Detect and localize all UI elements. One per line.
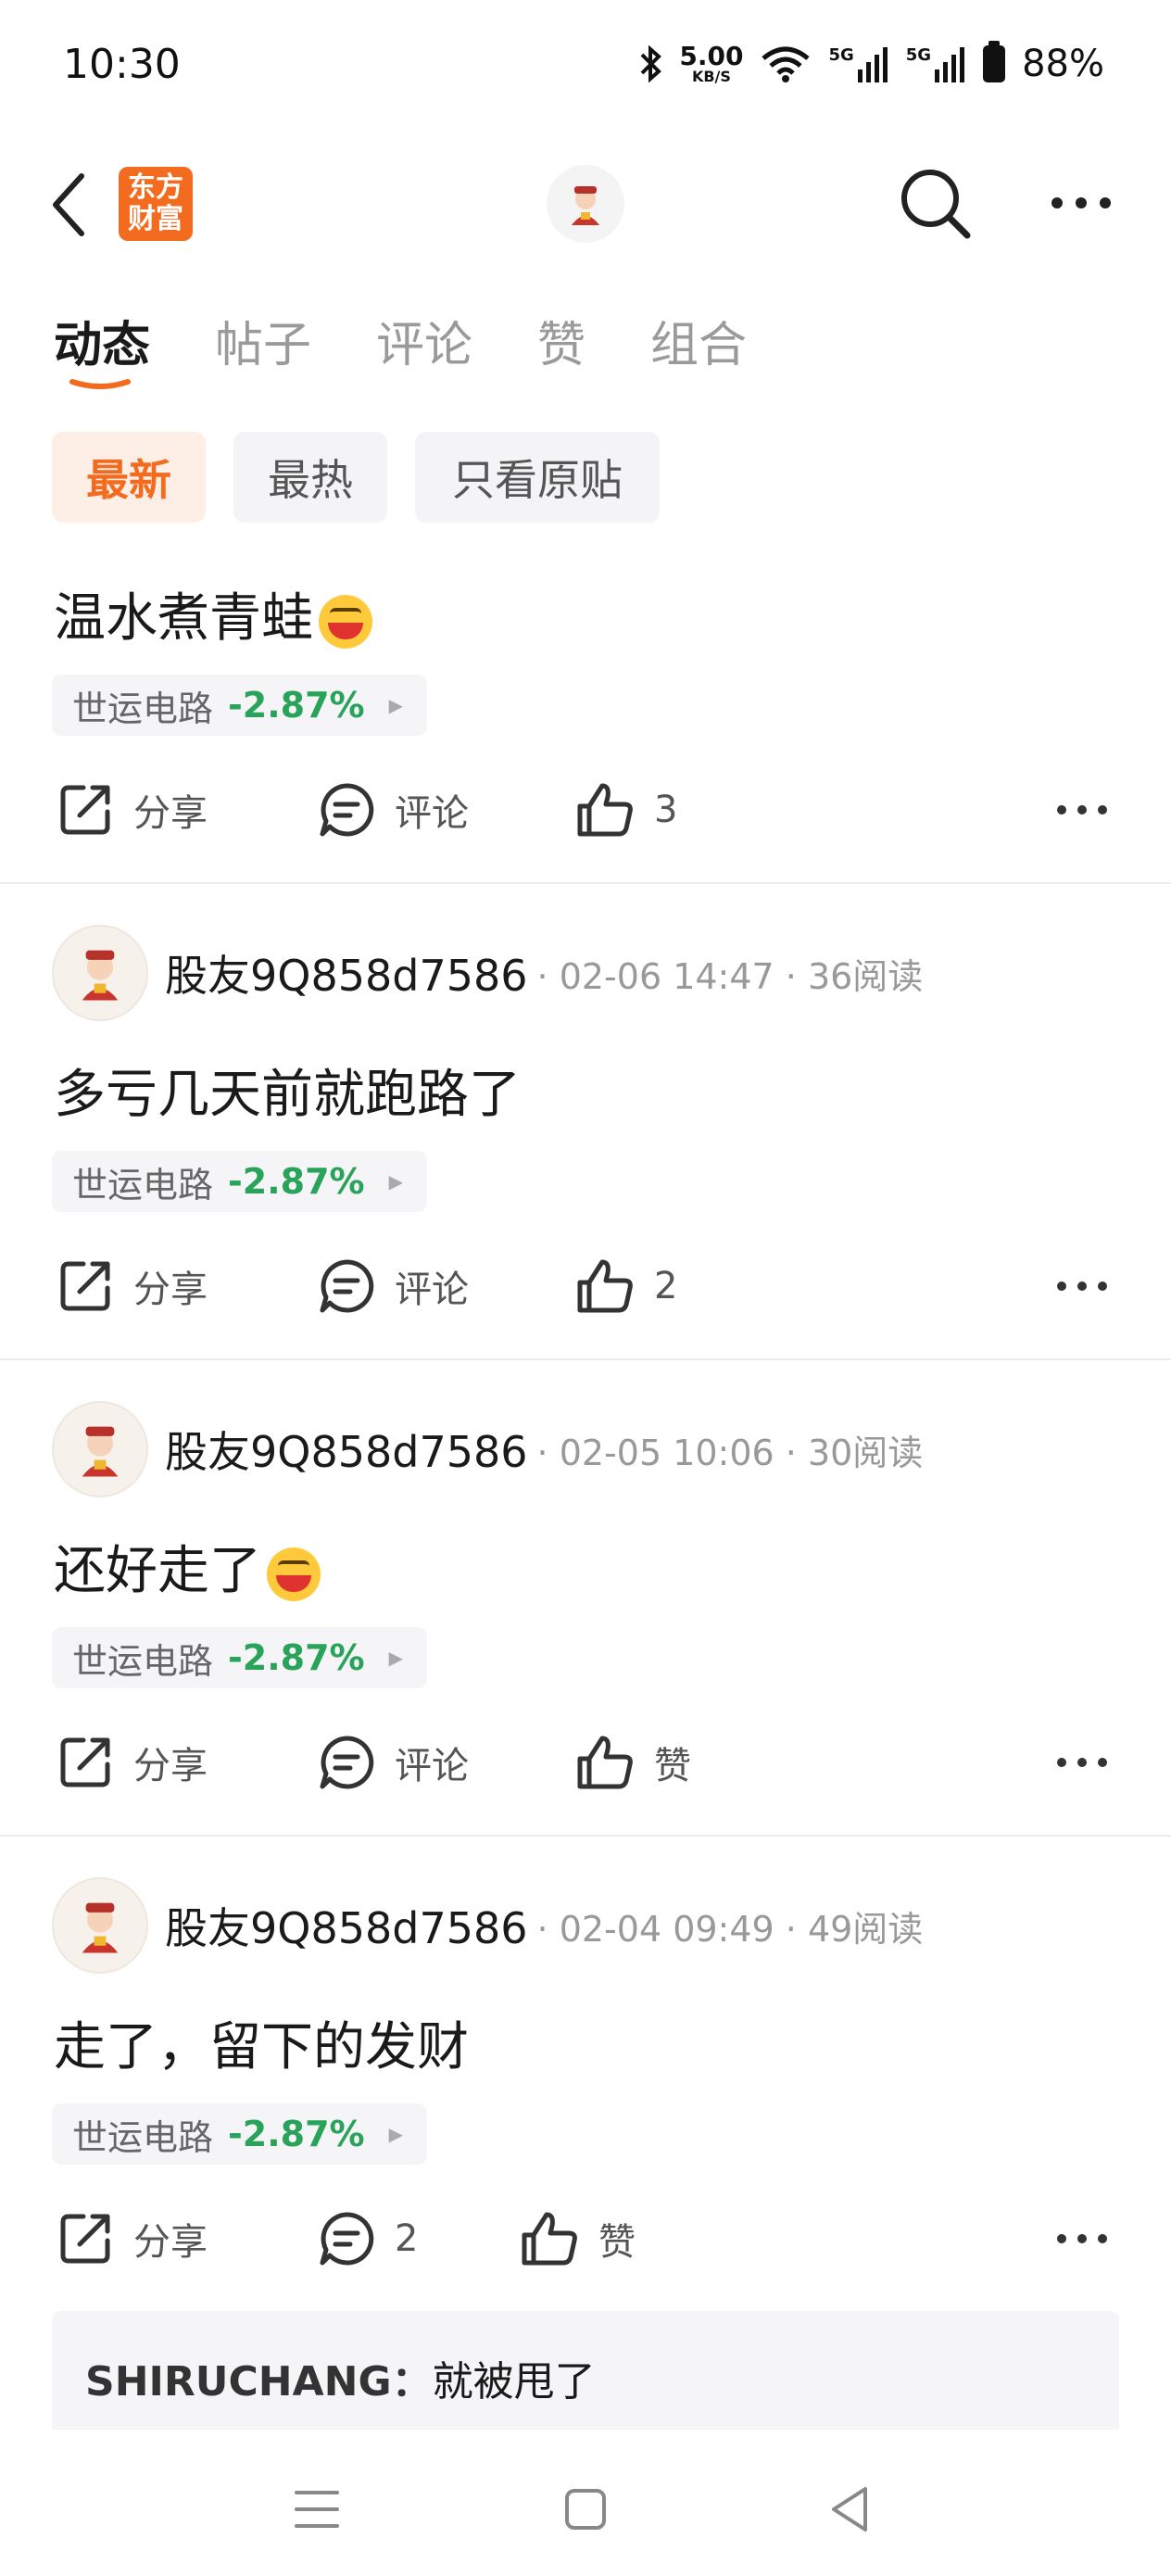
profile-avatar[interactable] <box>547 165 624 243</box>
tab-posts[interactable]: 帖子 <box>215 306 311 375</box>
thumbs-up-icon <box>522 2212 577 2266</box>
author-row[interactable]: 股友9Q858d7586 · 02-04 09:49 · 49阅读 <box>52 1877 923 1974</box>
reply-line: SHIRUCHANG：就被甩了 <box>85 2348 596 2407</box>
tab-dynamic[interactable]: 动态 <box>54 306 150 375</box>
comment-icon <box>320 2212 374 2266</box>
post-content[interactable]: 还好走了 <box>54 1529 321 1604</box>
fortune-god-avatar-icon <box>82 1902 119 1953</box>
search-icon[interactable] <box>899 167 973 241</box>
thumbs-up-icon <box>577 783 633 837</box>
author-avatar[interactable] <box>52 925 148 1021</box>
post-more-icon[interactable] <box>1056 1757 1108 1768</box>
stock-tag[interactable]: 世运电路 -2.87% ▶ <box>52 1627 428 1688</box>
filter-latest[interactable]: 最新 <box>52 432 206 523</box>
signal-bars-icon <box>857 47 888 82</box>
post-more-icon[interactable] <box>1056 804 1108 815</box>
divider <box>0 1835 1171 1837</box>
author-row[interactable]: 股友9Q858d7586 · 02-06 14:47 · 36阅读 <box>52 925 923 1021</box>
like-button[interactable]: 3 <box>574 780 677 840</box>
triangle-right-icon: ▶ <box>388 1647 404 1669</box>
home-icon[interactable] <box>563 2487 608 2532</box>
thumbs-up-icon <box>577 1736 633 1789</box>
reply-text: 就被甩了 <box>432 2358 596 2406</box>
signal-bars-icon <box>935 47 965 82</box>
post-more-icon[interactable] <box>1056 1281 1108 1292</box>
divider <box>0 1358 1171 1360</box>
author-name[interactable]: 股友9Q858d7586 <box>165 1895 528 1956</box>
wifi-icon <box>762 46 811 82</box>
app-logo: 东方 财富 <box>119 167 193 241</box>
laughing-emoji-icon <box>319 594 372 649</box>
tab-comments[interactable]: 评论 <box>376 306 472 375</box>
like-button[interactable]: 赞 <box>574 1733 691 1792</box>
battery-icon <box>983 41 1006 82</box>
comment-button[interactable]: 评论 <box>317 780 469 840</box>
tab-portfolio[interactable]: 组合 <box>650 306 747 375</box>
triangle-right-icon: ▶ <box>388 2123 404 2145</box>
system-nav-bar <box>0 2430 1171 2576</box>
author-avatar[interactable] <box>52 1877 148 1974</box>
share-icon <box>60 1737 110 1787</box>
post-meta: · 02-06 14:47 · 36阅读 <box>536 955 924 997</box>
comment-button[interactable]: 评论 <box>317 1256 469 1316</box>
triangle-right-icon: ▶ <box>388 1170 404 1193</box>
post-content[interactable]: 多亏几天前就跑路了 <box>54 1053 521 1128</box>
share-button[interactable]: 分享 <box>56 780 208 840</box>
comment-icon <box>320 1736 374 1789</box>
fortune-god-avatar-icon <box>82 950 119 1001</box>
reply-author[interactable]: SHIRUCHANG： <box>85 2358 433 2406</box>
share-button[interactable]: 分享 <box>56 2209 208 2268</box>
post-meta: · 02-05 10:06 · 30阅读 <box>536 1432 924 1473</box>
filter-original-only[interactable]: 只看原贴 <box>415 432 660 523</box>
laughing-emoji-icon <box>267 1547 321 1601</box>
fortune-god-avatar-icon <box>572 186 599 225</box>
battery-level: 88% <box>1022 43 1104 85</box>
post-more-icon[interactable] <box>1056 2233 1108 2244</box>
author-name[interactable]: 股友9Q858d7586 <box>165 942 528 1004</box>
share-button[interactable]: 分享 <box>56 1733 208 1792</box>
post-content[interactable]: 温水煮青蛙 <box>54 576 372 651</box>
like-button[interactable]: 赞 <box>519 2209 636 2268</box>
filter-hot[interactable]: 最热 <box>233 432 387 523</box>
status-icons: 5.00 KB/S 5G 5G 88% <box>638 41 1104 85</box>
comment-icon <box>320 1259 374 1313</box>
share-icon <box>60 785 110 835</box>
share-button[interactable]: 分享 <box>56 1256 208 1316</box>
author-avatar[interactable] <box>52 1401 148 1497</box>
like-button[interactable]: 2 <box>574 1256 677 1316</box>
comment-button[interactable]: 评论 <box>317 1733 469 1792</box>
author-name[interactable]: 股友9Q858d7586 <box>165 1419 528 1480</box>
back-icon[interactable] <box>50 172 87 237</box>
signal-5g-2: 5G <box>906 45 966 82</box>
back-nav-icon[interactable] <box>828 2485 871 2533</box>
tab-likes[interactable]: 赞 <box>537 306 586 375</box>
more-icon[interactable] <box>1051 196 1112 209</box>
status-time: 10:30 <box>63 41 181 88</box>
fortune-god-avatar-icon <box>82 1426 119 1477</box>
divider <box>0 882 1171 884</box>
author-row[interactable]: 股友9Q858d7586 · 02-05 10:06 · 30阅读 <box>52 1401 923 1497</box>
net-speed: 5.00 KB/S <box>679 41 744 85</box>
stock-tag[interactable]: 世运电路 -2.87% ▶ <box>52 1151 428 1212</box>
signal-5g-1: 5G <box>828 45 888 82</box>
comment-icon <box>320 783 374 837</box>
stock-tag[interactable]: 世运电路 -2.87% ▶ <box>52 2103 428 2165</box>
comment-button[interactable]: 2 <box>317 2209 418 2268</box>
bluetooth-icon <box>640 45 662 82</box>
triangle-right-icon: ▶ <box>388 694 404 716</box>
share-icon <box>60 1261 110 1311</box>
menu-icon[interactable] <box>295 2489 339 2530</box>
post-meta: · 02-04 09:49 · 49阅读 <box>536 1908 924 1950</box>
stock-tag[interactable]: 世运电路 -2.87% ▶ <box>52 675 428 736</box>
active-tab-indicator <box>69 379 131 389</box>
thumbs-up-icon <box>577 1259 633 1313</box>
post-content[interactable]: 走了，留下的发财 <box>54 2005 469 2080</box>
share-icon <box>60 2214 110 2264</box>
